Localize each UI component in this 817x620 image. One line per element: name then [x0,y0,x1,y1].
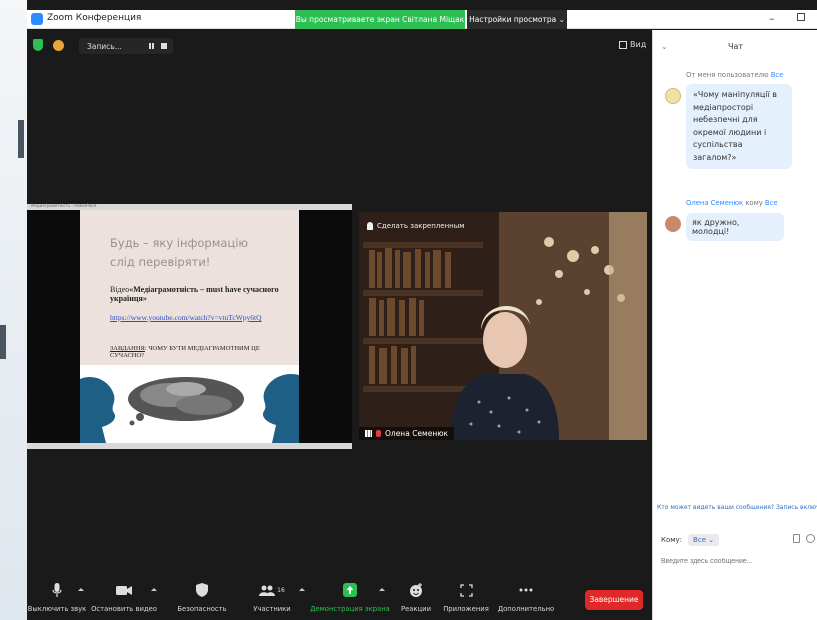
participant-video[interactable]: Сделать закрепленным Олена Семенюк [359,212,647,440]
screen-share-banner: Вы просматриваете экран Світлана Міщак [295,10,465,29]
reactions-button[interactable]: Реакции [397,582,435,613]
apps-icon [459,583,473,597]
chat-visibility-notice[interactable]: Кто может видеть ваши сообщения? Запись … [657,504,817,511]
chat-message: «Чому маніпуляції в медіапросторі небезп… [686,84,792,169]
shield-icon [196,583,208,597]
pin-icon [367,222,373,230]
share-options-caret[interactable] [379,588,385,591]
microphone-icon [52,582,62,597]
restore-button[interactable] [797,13,805,21]
more-dots-icon [519,588,533,592]
library-background [359,212,647,440]
window-titlebar: Zoom Конференция Вы просматриваете экран… [27,10,817,29]
message-to-word: кому [745,199,763,207]
message-sender: Олена Семенюк [686,199,744,207]
heads-speech-cloud-image [80,365,299,443]
mute-button[interactable]: Выключить звук [27,582,87,613]
slide-video-link[interactable]: https://www.youtube.com/watch?v=vtuTcWpy… [110,313,290,322]
stop-video-button[interactable]: Остановить видео [91,582,157,613]
chat-message-input[interactable] [661,558,811,565]
slide-heading-line: Будь – яку інформацію [110,236,249,250]
chat-message-header: От меня пользователю Все [686,71,783,79]
participants-label: Участники [253,605,291,613]
message-sender: От меня пользователю [686,71,769,79]
slide-heading-line: слід перевіряти! [110,255,211,269]
avatar [665,216,681,232]
security-label: Безопасность [177,605,227,613]
view-button[interactable]: Вид [619,40,646,49]
view-label: Вид [630,40,647,49]
chat-message: як дружно, молодці! [686,213,784,241]
recipient-select[interactable]: Все ⌄ [688,534,720,546]
reactions-icon [410,583,422,597]
reactions-label: Реакции [400,605,431,613]
recording-indicator-icon [53,39,64,51]
slide-video-text: Відео«Медіаграмотність – must have сучас… [110,285,290,303]
desktop-decor-bar [18,120,24,158]
desktop-decor-bar [0,325,6,359]
share-screen-label: Демонстрация экрана [310,605,390,613]
meeting-status-icons [33,39,64,51]
minimize-button[interactable]: – [769,12,775,25]
participant-name-tag: Олена Семенюк [359,427,455,440]
shared-screen: Медиаграмотність - PowerPoint Будь – яку… [27,203,352,449]
security-button[interactable]: Безопасность [175,582,229,613]
recipient-row: Кому: Все ⌄ [661,534,720,546]
presentation-slide: Будь – яку інформацію слід перевіряти! В… [80,210,299,443]
zoom-screenshot: Zoom Конференция Вы просматриваете экран… [0,0,817,620]
avatar [665,88,681,104]
meeting-toolbar: Выключить звук Остановить видео Безопасн… [27,578,652,620]
slide-task: ЗАВДАННЯ: ЧОМУ БУТИ МЕДІАГРАМОТНИМ ЦЕ СУ… [110,345,290,359]
stop-recording-icon[interactable] [161,43,167,49]
video-prefix: Відео [110,285,130,294]
app-title: Zoom Конференция [47,13,142,23]
signal-strength-icon [365,430,372,437]
desktop-background-strip [0,0,27,620]
participants-count: 16 [277,586,285,594]
video-camera-icon [116,585,132,595]
more-button[interactable]: Дополнительно [497,582,555,613]
share-screen-button[interactable]: Демонстрация экрана [310,582,390,613]
apps-label: Приложения [443,605,489,613]
message-recipient: Все [764,199,778,207]
task-label: ЗАВДАННЯ [110,345,145,352]
apps-button[interactable]: Приложения [441,582,491,613]
chat-message-header: Олена Семенюк кому Все [686,199,778,207]
share-screen-icon [343,583,357,597]
pin-label-text: Сделать закрепленным [377,222,465,230]
participants-icon [259,585,276,596]
participants-button[interactable]: 16 Участники [249,582,295,613]
participants-options-caret[interactable] [299,588,305,591]
security-shield-icon[interactable] [33,39,43,51]
video-options-caret[interactable] [151,588,157,591]
meeting-area: Запись... Вид Медиаграмотність - PowerPo… [27,30,652,620]
grid-view-icon [619,40,627,49]
participant-name: Олена Семенюк [385,429,449,438]
mute-label: Выключить звук [27,605,87,613]
message-recipient: Все [770,71,784,79]
recording-controls: Запись... [79,38,173,54]
audio-options-caret[interactable] [78,588,84,591]
recipient-label: Кому: [661,536,683,544]
shared-window-statusbar [27,443,352,449]
chat-title: Чат [727,42,744,51]
recording-label: Запись... [87,41,122,51]
video-title: «Медіаграмотність – must have сучасного … [110,285,279,303]
more-label: Дополнительно [497,605,555,613]
chat-panel: ⌄ Чат От меня пользователю Все «Чому ман… [652,30,817,620]
pause-recording-icon[interactable] [149,43,154,49]
stop-video-label: Остановить видео [91,605,157,613]
more-options-icon[interactable] [806,534,815,543]
end-meeting-button[interactable]: Завершение [585,590,643,610]
zoom-app-icon [31,13,43,25]
file-icon[interactable] [793,534,800,543]
shared-window-title: Медиаграмотність - PowerPoint [31,203,97,208]
view-options-button[interactable]: Настройки просмотра ⌄ [467,10,567,29]
pin-video-label[interactable]: Сделать закрепленным [367,222,465,230]
slide-heading: Будь – яку інформацію слід перевіряти! [110,234,290,272]
muted-mic-icon [376,430,381,437]
